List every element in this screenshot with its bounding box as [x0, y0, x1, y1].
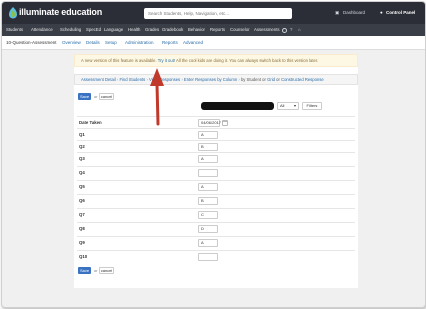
tab-setup[interactable]: Setup	[105, 36, 117, 49]
question-label: Q5	[79, 184, 85, 189]
breadcrumb-enter-by-column[interactable]: Enter Responses by Column	[184, 77, 237, 82]
question-label: Q6	[79, 198, 85, 203]
student-name-redacted	[201, 102, 274, 110]
breadcrumb: Assessment Detail › Find Students › View…	[74, 74, 358, 85]
table-row: Q10	[77, 250, 355, 262]
filter-select-value: All	[280, 103, 285, 108]
question-label: Q4	[79, 170, 85, 175]
alert-text-after: All the cool kids are doing it. You can …	[175, 58, 319, 63]
tab-details[interactable]: Details	[86, 36, 100, 49]
response-input[interactable]	[198, 169, 218, 177]
table-row: Q4	[77, 166, 355, 178]
nav-item-speced[interactable]: SpecEd	[86, 24, 101, 36]
settings-icon[interactable]	[282, 27, 287, 33]
nav-item-health[interactable]: Health	[128, 24, 140, 36]
response-input[interactable]: A	[198, 155, 218, 163]
question-label: Q10	[79, 254, 88, 259]
question-label: Q9	[79, 240, 85, 245]
response-input[interactable]: A	[198, 131, 218, 139]
tab-administration[interactable]: Administration	[125, 36, 154, 49]
breadcrumb-or: or	[276, 77, 280, 82]
table-row: Q2 B	[77, 140, 355, 152]
save-button-bottom[interactable]: Save	[78, 267, 91, 274]
try-it-link[interactable]: Try it out!	[158, 58, 175, 63]
table-row: Q8 D	[77, 222, 355, 234]
breadcrumb-constructed-response[interactable]: Constructed Response	[281, 77, 324, 82]
response-input[interactable]: B	[198, 143, 218, 151]
tab-reports[interactable]: Reports	[162, 36, 178, 49]
date-taken-input[interactable]: 04/06/2017	[198, 119, 221, 127]
response-input[interactable]	[198, 253, 218, 261]
user-icon: ●	[380, 10, 383, 15]
filters-button[interactable]: Filters	[302, 102, 322, 110]
breadcrumb-find-students[interactable]: Find Students	[119, 77, 145, 82]
control-panel-menu[interactable]: Control Panel	[386, 7, 415, 18]
response-input[interactable]: D	[198, 225, 218, 233]
breadcrumb-separator: ›	[238, 77, 240, 82]
nav-item-grades[interactable]: Grades	[145, 24, 159, 36]
breadcrumb-separator: ›	[181, 77, 183, 82]
filter-select[interactable]: All ▾	[277, 102, 299, 110]
response-input[interactable]: A	[198, 239, 218, 247]
nav-item-gradebook[interactable]: Gradebook	[162, 24, 183, 36]
search-placeholder: Search Students, Help, Navigation, etc..…	[148, 11, 230, 16]
date-taken-row: Date Taken 04/06/2017	[77, 116, 355, 128]
response-input[interactable]: A	[198, 183, 218, 191]
nav-item-assessments[interactable]: Assessments	[254, 24, 280, 36]
brand-name: illuminate education	[19, 7, 103, 17]
dashboard-icon: ▣	[335, 10, 340, 15]
breadcrumb-or: or	[262, 77, 266, 82]
nav-item-reports[interactable]: Reports	[210, 24, 225, 36]
breadcrumb-grid[interactable]: Grid	[267, 77, 275, 82]
nav-item-counselor[interactable]: Counselor	[230, 24, 250, 36]
table-row: Q6 B	[77, 194, 355, 206]
window-frame: illuminate education Search Students, He…	[1, 1, 426, 308]
table-row: Q1 A	[77, 128, 355, 140]
nav-item-students[interactable]: Students	[6, 24, 23, 36]
dashboard-link[interactable]: Dashboard	[343, 7, 365, 18]
top-bar: illuminate education Search Students, He…	[2, 2, 425, 24]
or-text-bottom: or	[94, 268, 98, 273]
question-label: Q1	[79, 132, 85, 137]
response-input[interactable]: C	[198, 211, 218, 219]
new-version-alert: A new version of this feature is availab…	[74, 54, 358, 67]
breadcrumb-view-responses[interactable]: View Responses	[149, 77, 180, 82]
chevron-down-icon: ▾	[293, 103, 296, 108]
table-row: Q3 A	[77, 152, 355, 164]
table-row: Q9 A	[77, 236, 355, 248]
tab-advanced[interactable]: Advanced	[183, 36, 203, 49]
breadcrumb-by-student: by Student	[240, 77, 261, 82]
question-label: Q2	[79, 144, 85, 149]
nav-item-language[interactable]: Language	[104, 24, 123, 36]
assessment-subnav: 10-Question-Assessment Overview Details …	[2, 36, 425, 50]
calendar-icon[interactable]	[222, 120, 228, 126]
cancel-button-top[interactable]: cancel	[99, 93, 114, 100]
main-nav: Students Attendance Scheduling SpecEd La…	[2, 24, 425, 36]
date-taken-label: Date Taken	[79, 120, 102, 125]
breadcrumb-separator: ›	[146, 77, 148, 82]
logo-icon	[9, 7, 17, 19]
assessment-title: 10-Question-Assessment	[6, 40, 57, 45]
save-button-top[interactable]: Save	[78, 93, 91, 100]
search-input[interactable]: Search Students, Help, Navigation, etc..…	[144, 8, 292, 19]
question-label: Q8	[79, 226, 85, 231]
question-label: Q3	[79, 156, 85, 161]
nav-item-scheduling[interactable]: Scheduling	[60, 24, 81, 36]
alert-text-before: A new version of this feature is availab…	[81, 58, 157, 63]
wrench-icon[interactable]: ⌂	[298, 24, 301, 36]
help-icon[interactable]: ?	[290, 24, 292, 36]
question-label: Q7	[79, 212, 85, 217]
tab-overview[interactable]: Overview	[62, 36, 81, 49]
response-input[interactable]: B	[198, 197, 218, 205]
table-row: Q5 A	[77, 180, 355, 192]
cancel-button-bottom[interactable]: cancel	[99, 267, 114, 274]
breadcrumb-assessment-detail[interactable]: Assessment Detail	[81, 77, 116, 82]
nav-item-attendance[interactable]: Attendance	[31, 24, 53, 36]
table-row: Q7 C	[77, 208, 355, 220]
or-text-top: or	[94, 94, 98, 99]
nav-item-behavior[interactable]: Behavior	[188, 24, 205, 36]
